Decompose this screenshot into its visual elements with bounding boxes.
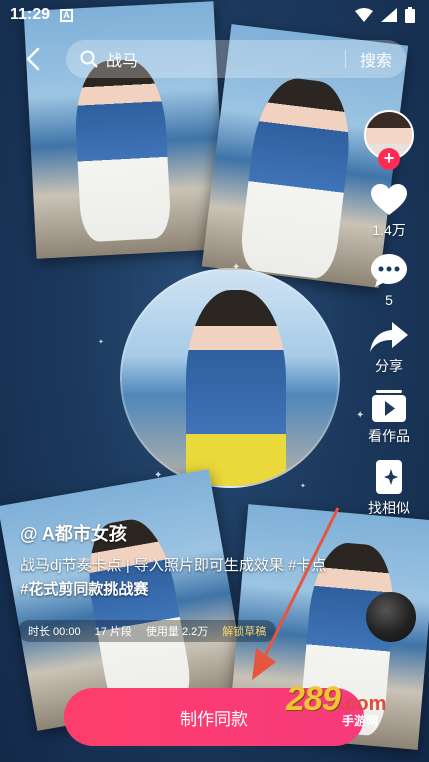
share-arrow-icon <box>370 322 408 352</box>
action-rail: + 1.4万 5 分享 看作品 找相似 <box>361 110 417 518</box>
site-watermark: 289.com 手游网 <box>286 680 416 728</box>
description-line-1: 战马dj节奏卡点 | 导入照片即可生成效果 #卡点 <box>20 557 327 574</box>
share-label: 分享 <box>375 358 403 374</box>
share-button[interactable]: 分享 <box>370 322 408 376</box>
watermark-subtitle: 手游网 <box>342 714 379 728</box>
like-button[interactable]: 1.4万 <box>371 184 407 240</box>
status-a-icon: A <box>60 8 74 22</box>
search-icon <box>80 50 98 68</box>
template-meta-bar: 时长 00:00 17 片段 使用量 2.2万 解锁草稿 <box>18 620 277 642</box>
search-bar[interactable]: 战马 搜索 <box>66 40 406 78</box>
segments-text: 17 片段 <box>94 626 132 638</box>
sparkle-icon: ✦ <box>98 339 104 346</box>
heart-icon <box>371 184 407 215</box>
search-input[interactable]: 战马 <box>106 47 345 71</box>
music-disc-avatar[interactable] <box>366 592 416 642</box>
sparkle-icon: ✦ <box>232 262 241 273</box>
follow-plus-button[interactable]: + <box>378 148 400 170</box>
play-works-icon <box>372 390 406 422</box>
author-name[interactable]: @ A都市女孩 <box>20 520 127 546</box>
featured-circle-photo <box>120 268 340 488</box>
comment-button[interactable]: 5 <box>371 254 407 308</box>
watermark-number: 289 <box>286 680 341 718</box>
view-works-button[interactable]: 看作品 <box>368 390 410 446</box>
comment-count: 5 <box>385 292 393 308</box>
signal-icon <box>381 8 397 22</box>
search-divider <box>344 50 346 68</box>
battery-icon <box>405 7 415 23</box>
duration-text: 时长 00:00 <box>28 626 81 638</box>
search-button[interactable]: 搜索 <box>360 47 392 71</box>
template-description: 战马dj节奏卡点 | 导入照片即可生成效果 #卡点 #花式剪同款挑战赛 <box>20 554 360 602</box>
usage-text: 使用量 2.2万 <box>145 626 209 638</box>
sparkle-icon: ✦ <box>154 470 163 481</box>
status-time: 11:29 <box>10 6 51 23</box>
wifi-icon <box>355 8 373 22</box>
unlock-draft-link[interactable]: 解锁草稿 <box>222 623 266 639</box>
view-works-label: 看作品 <box>368 428 410 444</box>
hashtag-link[interactable]: #花式剪同款挑战赛 <box>20 578 360 602</box>
like-count: 1.4万 <box>372 222 406 238</box>
back-icon[interactable] <box>20 44 46 74</box>
sparkle-icon: ✦ <box>300 483 306 490</box>
similar-card-icon <box>376 460 402 494</box>
status-bar: 11:29 A <box>0 0 429 30</box>
find-similar-button[interactable]: 找相似 <box>368 460 410 518</box>
find-similar-label: 找相似 <box>368 500 410 516</box>
comment-icon <box>371 254 407 287</box>
